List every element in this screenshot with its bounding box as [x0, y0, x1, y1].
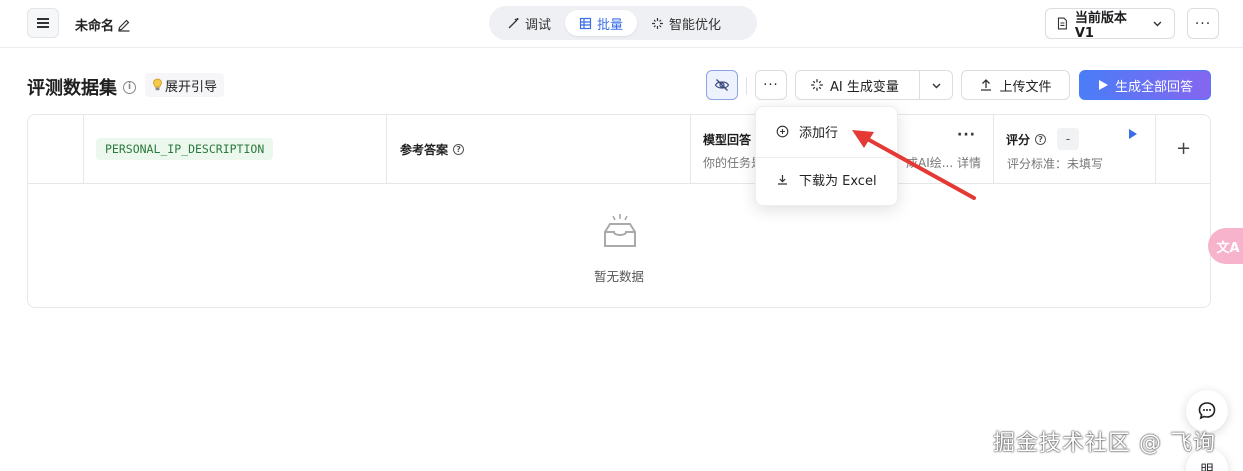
document-title-text: 未命名 — [75, 19, 115, 34]
wand-icon — [508, 17, 519, 28]
toolbar-divider — [746, 77, 747, 95]
tab-debug[interactable]: 调试 — [493, 10, 565, 36]
column-variable[interactable]: PERSONAL_IP_DESCRIPTION — [84, 115, 387, 184]
header-more-button[interactable]: ··· — [1187, 8, 1219, 39]
version-label: 当前版本V1 — [1074, 10, 1127, 41]
empty-text: 暂无数据 — [593, 269, 644, 284]
tab-batch[interactable]: 批量 — [565, 10, 638, 36]
score-value: - — [1057, 128, 1080, 150]
column-reference-answer[interactable]: 参考答案 ? — [387, 115, 691, 184]
lightbulb-icon — [153, 78, 162, 91]
tab-debug-label: 调试 — [525, 17, 552, 33]
toolbar-more-button[interactable]: ··· — [755, 70, 787, 100]
menu-button[interactable] — [27, 8, 59, 38]
sparkle-icon — [811, 79, 823, 91]
dataset-table: PERSONAL_IP_DESCRIPTION 参考答案 ? 模型回答 你的任务… — [27, 114, 1211, 308]
upload-label: 上传文件 — [999, 79, 1052, 95]
score-criteria: 评分标准：未填写 — [1007, 157, 1104, 171]
run-score-icon[interactable] — [1129, 129, 1137, 139]
guide-label: 展开引导 — [165, 79, 218, 95]
upload-icon — [981, 79, 992, 91]
empty-inbox-icon — [604, 214, 636, 247]
hamburger-icon — [37, 22, 49, 24]
plus-circle-icon — [776, 125, 789, 137]
eye-off-icon — [714, 79, 730, 91]
add-column-button[interactable]: + — [1176, 138, 1191, 159]
menu-item-add-row-label: 添加行 — [799, 125, 839, 141]
sparkle-icon — [652, 17, 664, 29]
section-title-text: 评测数据集 — [27, 78, 117, 99]
help-icon[interactable]: ? — [1035, 133, 1047, 145]
model-answer-subtitle: 你的任务是 — [703, 156, 764, 170]
chevron-down-icon — [1153, 21, 1162, 27]
toggle-visibility-button[interactable] — [706, 70, 738, 100]
column-score[interactable]: 评分 ? - 评分标准：未填写 — [994, 115, 1156, 184]
document-title[interactable]: 未命名 — [75, 15, 131, 34]
score-label: 评分 — [1006, 132, 1031, 147]
model-answer-label: 模型回答 — [703, 133, 752, 147]
help-icon[interactable]: ? — [453, 144, 465, 155]
download-icon — [778, 174, 787, 185]
translate-button[interactable]: 文A — [1208, 228, 1243, 264]
watermark: 掘金技术社区 @ 飞询 — [993, 431, 1216, 456]
ai-generate-label: AI 生成变量 — [830, 79, 899, 95]
table-icon — [579, 17, 592, 29]
generate-all-answers-button[interactable]: 生成全部回答 — [1079, 70, 1211, 100]
upload-file-button[interactable]: 上传文件 — [961, 70, 1070, 100]
tab-batch-label: 批量 — [597, 17, 624, 33]
table-header: PERSONAL_IP_DESCRIPTION 参考答案 ? 模型回答 你的任务… — [28, 115, 1210, 184]
section-title: 评测数据集 i — [27, 74, 136, 100]
document-icon — [1057, 17, 1067, 30]
red-arrow-annotation — [852, 130, 976, 200]
mode-switch: 调试 批量 智能优化 — [489, 6, 757, 40]
chat-support-icon — [1198, 402, 1216, 420]
version-select[interactable]: 当前版本V1 — [1045, 8, 1175, 41]
tab-optimize-label: 智能优化 — [669, 17, 722, 33]
row-index-column — [28, 115, 84, 184]
guide-button[interactable]: 展开引导 — [145, 73, 225, 97]
ai-generate-dropdown-toggle[interactable] — [919, 71, 952, 99]
empty-state: 暂无数据 — [28, 184, 1210, 307]
score-header: 评分 ? - — [1006, 128, 1080, 150]
tab-optimize[interactable]: 智能优化 — [637, 10, 735, 36]
top-bar: 未命名 调试 批量 智能优化 当前版本V1 ··· — [0, 0, 1243, 48]
chevron-down-icon — [932, 83, 940, 88]
add-column-cell: + — [1156, 115, 1210, 184]
generate-all-label: 生成全部回答 — [1114, 79, 1193, 95]
edit-icon[interactable] — [117, 18, 131, 32]
reference-answer-label: 参考答案 — [400, 143, 449, 157]
variable-chip[interactable]: PERSONAL_IP_DESCRIPTION — [96, 138, 274, 160]
play-icon — [1098, 80, 1108, 90]
ai-generate-variable-button[interactable]: AI 生成变量 — [795, 70, 953, 100]
info-icon[interactable]: i — [123, 80, 136, 94]
reference-answer-header: 参考答案 ? — [400, 141, 465, 158]
